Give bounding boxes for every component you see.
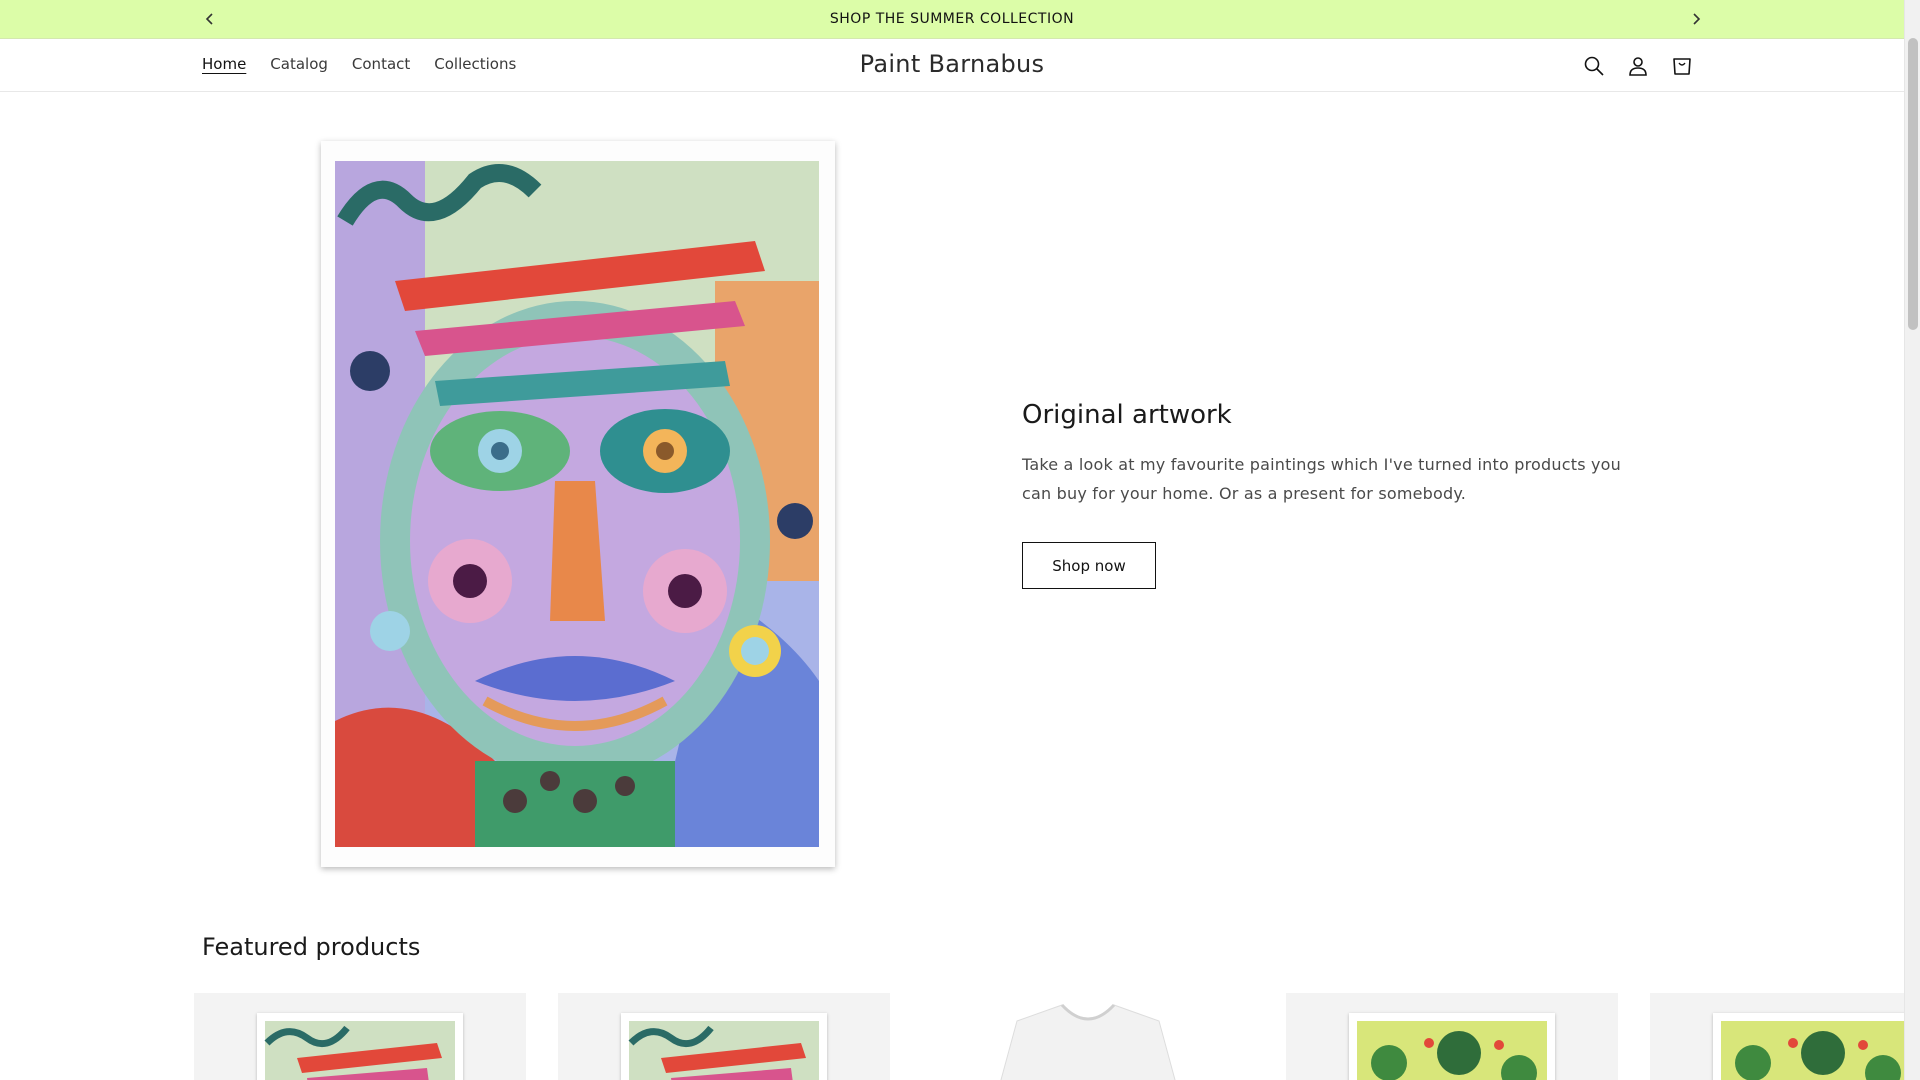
hero-text-block: Original artwork Take a look at my favou… bbox=[1022, 400, 1622, 589]
account-button[interactable] bbox=[1622, 50, 1654, 82]
nav-collections[interactable]: Collections bbox=[422, 55, 528, 73]
site-header: Home Catalog Contact Collections Paint B… bbox=[0, 40, 1904, 92]
hero-title: Original artwork bbox=[1022, 400, 1232, 430]
announcement-bar: SHOP THE SUMMER COLLECTION bbox=[0, 0, 1904, 39]
chevron-right-icon bbox=[1693, 13, 1701, 25]
search-icon bbox=[1584, 56, 1604, 76]
account-icon bbox=[1629, 57, 1647, 76]
hero-artwork-frame bbox=[321, 141, 835, 867]
cart-icon bbox=[1673, 58, 1691, 75]
nav-contact[interactable]: Contact bbox=[340, 55, 422, 73]
announcement-text: SHOP THE SUMMER COLLECTION bbox=[829, 11, 1075, 27]
product-card[interactable] bbox=[1650, 993, 1904, 1080]
announcement-prev-button[interactable] bbox=[198, 8, 222, 30]
product-image bbox=[621, 1013, 827, 1080]
site-logo[interactable]: Paint Barnabus bbox=[860, 50, 1045, 78]
t-shirt-image bbox=[1000, 1003, 1176, 1080]
product-card[interactable] bbox=[1286, 993, 1618, 1080]
page-scrollbar[interactable] bbox=[1904, 0, 1920, 1080]
product-image bbox=[1349, 1013, 1555, 1080]
product-card[interactable] bbox=[558, 993, 890, 1080]
announcement-next-button[interactable] bbox=[1684, 8, 1708, 30]
product-image bbox=[1713, 1013, 1904, 1080]
product-card[interactable] bbox=[922, 993, 1254, 1080]
cart-button[interactable] bbox=[1666, 50, 1698, 82]
scrollbar-thumb[interactable] bbox=[1908, 38, 1918, 330]
featured-products-title: Featured products bbox=[202, 933, 421, 961]
product-card[interactable] bbox=[194, 993, 526, 1080]
product-image bbox=[257, 1013, 463, 1080]
header-icons bbox=[1578, 50, 1698, 82]
main-nav: Home Catalog Contact Collections bbox=[190, 55, 528, 73]
nav-home[interactable]: Home bbox=[190, 55, 258, 73]
chevron-left-icon bbox=[205, 13, 213, 25]
hero-description: Take a look at my favourite paintings wh… bbox=[1022, 455, 1622, 503]
shop-now-button[interactable]: Shop now bbox=[1022, 542, 1156, 589]
hero-artwork-image bbox=[335, 161, 819, 847]
nav-catalog[interactable]: Catalog bbox=[258, 55, 340, 73]
search-button[interactable] bbox=[1578, 50, 1610, 82]
